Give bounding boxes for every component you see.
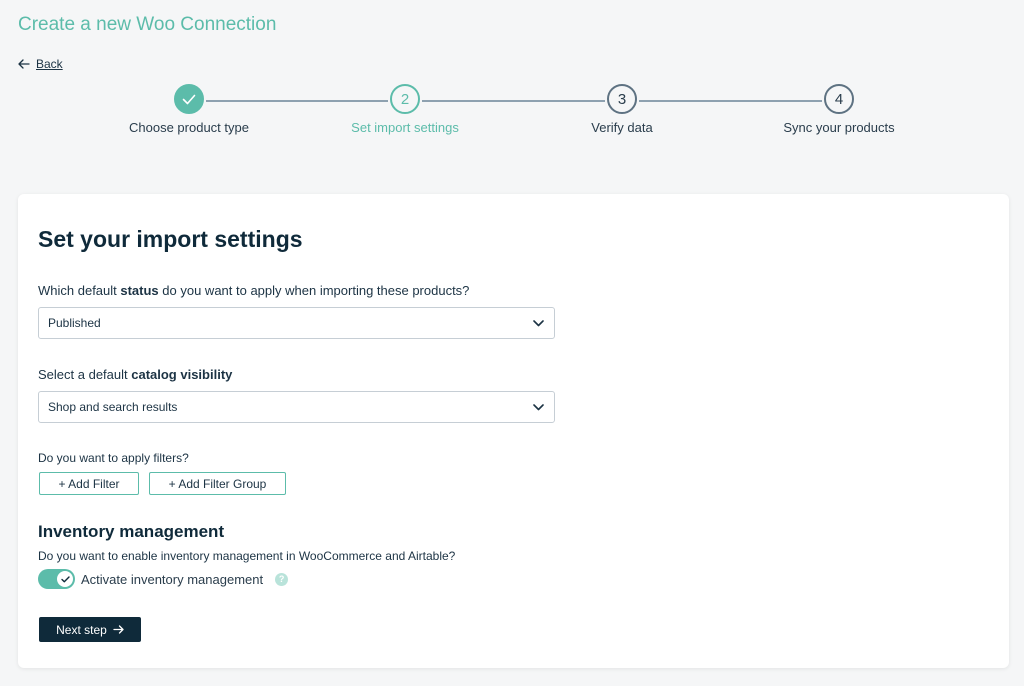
inventory-question: Do you want to enable inventory manageme… — [38, 549, 456, 563]
step-circle-active: 2 — [390, 84, 420, 114]
step-circle-done — [174, 84, 204, 114]
catalog-visibility-select-value: Shop and search results — [48, 400, 178, 414]
inventory-toggle-label: Activate inventory management — [81, 571, 264, 587]
status-label-prefix: Which default — [38, 283, 121, 298]
chevron-down-icon — [533, 403, 544, 410]
step-verify-data[interactable]: 3 Verify data — [522, 84, 722, 135]
step-label: Set import settings — [351, 120, 459, 135]
step-label: Verify data — [591, 120, 653, 135]
card-title: Set your import settings — [38, 226, 303, 252]
question-icon[interactable]: ? — [275, 572, 289, 586]
status-label-bold: status — [120, 283, 159, 298]
status-select[interactable]: Published — [38, 307, 555, 339]
next-step-button[interactable]: Next step — [39, 617, 141, 642]
status-label-suffix: do you want to apply when importing thes… — [158, 283, 470, 298]
page: Create a new Woo Connection Back Choose … — [0, 0, 1024, 686]
step-circle: 4 — [824, 84, 854, 114]
step-set-import-settings[interactable]: 2 Set import settings — [305, 84, 505, 135]
toggle-knob — [57, 571, 73, 587]
next-step-label: Next step — [56, 622, 107, 637]
add-filter-button[interactable]: + Add Filter — [39, 472, 139, 495]
arrow-right-icon — [113, 625, 124, 634]
status-label: Which default status do you want to appl… — [38, 283, 469, 298]
step-label: Choose product type — [129, 120, 249, 135]
check-icon — [60, 575, 70, 582]
stepper: Choose product type 2 Set import setting… — [0, 0, 1024, 150]
step-label: Sync your products — [783, 120, 895, 135]
inventory-toggle-row: Activate inventory management ? — [38, 569, 289, 589]
chevron-down-icon — [533, 319, 544, 326]
step-sync-your-products[interactable]: 4 Sync your products — [739, 84, 939, 135]
inventory-section-title: Inventory management — [38, 522, 225, 541]
import-settings-card: Set your import settings Which default s… — [18, 194, 1009, 668]
filters-question: Do you want to apply filters? — [38, 451, 189, 465]
visibility-label-prefix: Select a default — [38, 367, 132, 382]
status-select-value: Published — [48, 316, 101, 330]
add-filter-group-button[interactable]: + Add Filter Group — [149, 472, 286, 495]
inventory-toggle[interactable] — [38, 569, 75, 589]
catalog-visibility-select[interactable]: Shop and search results — [38, 391, 555, 423]
visibility-label: Select a default catalog visibility — [38, 367, 232, 382]
visibility-label-bold: catalog visibility — [131, 367, 233, 382]
step-circle: 3 — [607, 84, 637, 114]
check-icon — [182, 94, 196, 104]
step-choose-product-type[interactable]: Choose product type — [89, 84, 289, 135]
